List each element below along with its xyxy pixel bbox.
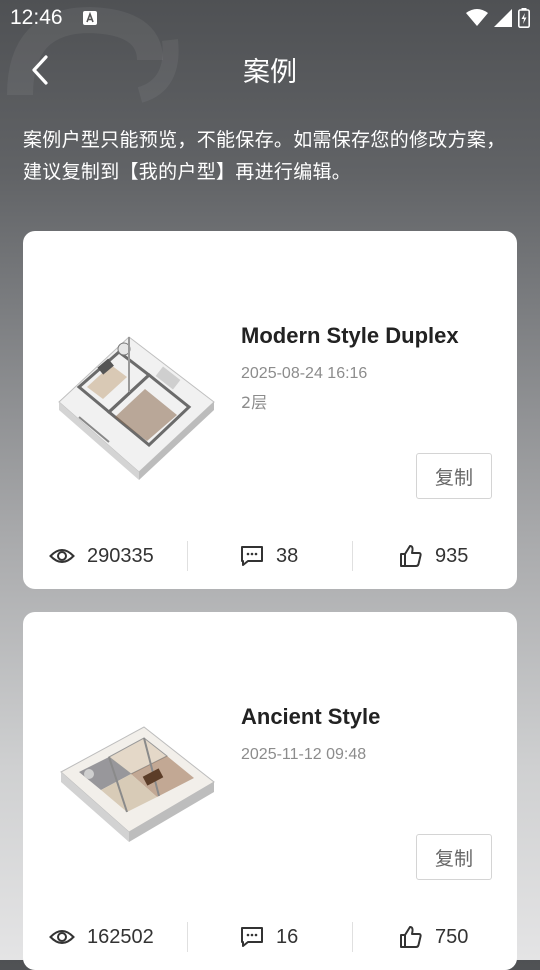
comments-count: 38 (276, 544, 299, 567)
eye-icon (49, 930, 75, 944)
views-count: 290335 (87, 544, 154, 567)
eye-icon (49, 549, 75, 563)
comments-stat[interactable]: 38 (240, 541, 298, 571)
status-time: 12:46 (10, 6, 63, 29)
comments-stat[interactable]: 16 (240, 922, 298, 952)
likes-stat[interactable]: 935 (399, 541, 468, 571)
floorplan-3d-thumbnail (58, 336, 215, 480)
battery-icon (518, 8, 530, 28)
case-stats: 162502 16 750 (23, 922, 517, 952)
case-card[interactable]: Ancient Style 2025-11-12 09:48 复制 162502… (23, 612, 517, 970)
likes-stat[interactable]: 750 (399, 922, 468, 952)
case-date: 2025-11-12 09:48 (241, 746, 367, 763)
case-date: 2025-08-24 16:16 (241, 365, 368, 382)
wifi-icon (466, 9, 488, 26)
stat-divider (187, 922, 188, 952)
comment-icon (241, 927, 263, 947)
signal-icon (494, 9, 512, 27)
thumbs-up-icon (400, 545, 422, 567)
case-stats: 290335 38 935 (23, 541, 517, 571)
case-title: Ancient Style (241, 704, 381, 729)
case-floors: 2层 (241, 393, 268, 412)
case-card[interactable]: Modern Style Duplex 2025-08-24 16:16 2层 … (23, 231, 517, 589)
copy-button[interactable]: 复制 (416, 834, 492, 880)
keyboard-a-icon (83, 11, 97, 25)
comments-count: 16 (276, 925, 299, 948)
status-bar: 12:46 (0, 0, 540, 36)
views-stat: 290335 (49, 541, 154, 571)
thumbs-up-icon (400, 926, 422, 948)
copy-button[interactable]: 复制 (416, 453, 492, 499)
comment-icon (241, 546, 263, 566)
case-title: Modern Style Duplex (241, 323, 459, 348)
floorplan-3d-thumbnail (60, 726, 215, 842)
stat-divider (187, 541, 188, 571)
stat-divider (352, 922, 353, 952)
views-count: 162502 (87, 925, 154, 948)
stat-divider (352, 541, 353, 571)
likes-count: 750 (435, 925, 469, 948)
likes-count: 935 (435, 544, 469, 567)
notice-text: 案例户型只能预览，不能保存。如需保存您的修改方案，建议复制到【我的户型】再进行编… (23, 129, 506, 183)
page-title: 案例 (243, 57, 297, 88)
views-stat: 162502 (49, 922, 154, 952)
